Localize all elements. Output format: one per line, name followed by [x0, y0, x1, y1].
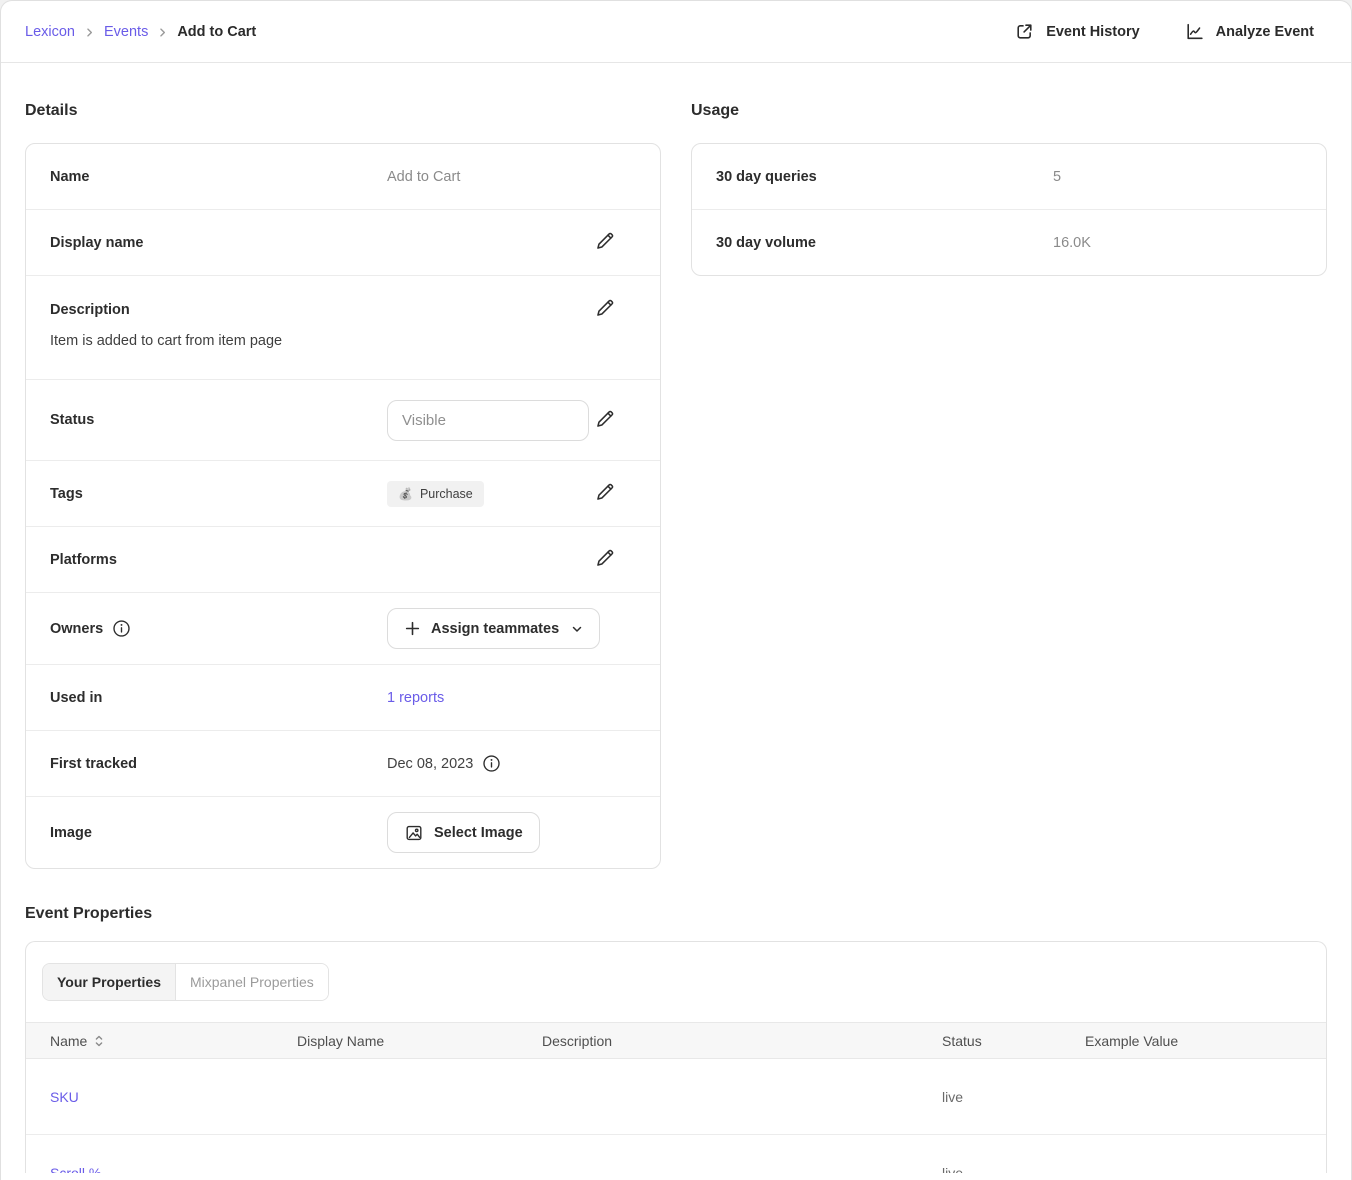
tab-your-properties[interactable]: Your Properties	[43, 964, 176, 1000]
topbar-actions: Event History Analyze Event	[1014, 21, 1314, 42]
description-value: Item is added to cart from item page	[50, 331, 636, 351]
event-history-button[interactable]: Event History	[1014, 21, 1139, 42]
status-input[interactable]: Visible	[387, 400, 589, 441]
breadcrumb-events[interactable]: Events	[104, 24, 148, 40]
breadcrumb-lexicon[interactable]: Lexicon	[25, 24, 75, 40]
analyze-event-button[interactable]: Analyze Event	[1184, 21, 1314, 42]
pencil-icon	[594, 408, 616, 433]
property-row-scroll: Scroll % live	[26, 1135, 1326, 1173]
breadcrumb: Lexicon Events Add to Cart	[25, 24, 256, 40]
edit-tags-button[interactable]	[594, 481, 616, 506]
property-link-scroll[interactable]: Scroll %	[50, 1165, 101, 1174]
pencil-icon	[594, 547, 616, 572]
detail-row-used-in: Used in 1 reports	[26, 664, 660, 730]
chevron-down-icon	[571, 623, 583, 635]
display-name-label: Display name	[50, 235, 387, 251]
select-image-button[interactable]: Select Image	[387, 812, 540, 853]
detail-row-display-name: Display name	[26, 209, 660, 275]
detail-row-description: Description Item is added to cart from i…	[26, 275, 660, 379]
analyze-event-label: Analyze Event	[1216, 24, 1314, 40]
topbar: Lexicon Events Add to Cart Event History	[1, 1, 1351, 63]
used-in-label: Used in	[50, 690, 387, 706]
queries-value: 5	[1053, 169, 1302, 185]
info-icon[interactable]	[482, 754, 501, 773]
chevron-right-icon	[84, 27, 95, 38]
select-image-label: Select Image	[434, 825, 523, 841]
volume-value: 16.0K	[1053, 235, 1302, 251]
breadcrumb-current: Add to Cart	[177, 24, 256, 40]
event-properties-title: Event Properties	[25, 905, 1327, 923]
usage-title: Usage	[691, 102, 1327, 120]
usage-row-queries: 30 day queries 5	[692, 144, 1326, 209]
detail-row-status: Status Visible	[26, 379, 660, 460]
assign-teammates-button[interactable]: Assign teammates	[387, 608, 600, 649]
volume-label: 30 day volume	[716, 235, 1053, 251]
detail-row-platforms: Platforms	[26, 526, 660, 592]
plus-icon	[404, 620, 421, 637]
queries-label: 30 day queries	[716, 169, 1053, 185]
info-icon[interactable]	[112, 619, 131, 638]
chevron-right-icon	[157, 27, 168, 38]
tag-label: Purchase	[420, 487, 473, 501]
details-card: Name Add to Cart Display name	[25, 143, 661, 869]
detail-row-first-tracked: First tracked Dec 08, 2023	[26, 730, 660, 796]
first-tracked-value: Dec 08, 2023	[387, 756, 473, 772]
detail-row-tags: Tags 💰 Purchase	[26, 460, 660, 526]
property-status: live	[942, 1089, 1085, 1105]
money-bag-icon: 💰	[398, 488, 413, 500]
column-header-description: Description	[542, 1033, 942, 1049]
detail-row-image: Image Select Image	[26, 796, 660, 868]
image-icon	[404, 823, 424, 843]
detail-row-owners: Owners Assign teammates	[26, 592, 660, 664]
property-link-sku[interactable]: SKU	[50, 1089, 79, 1105]
owners-label: Owners	[50, 621, 103, 637]
details-title: Details	[25, 102, 661, 120]
edit-description-button[interactable]	[594, 297, 616, 322]
line-chart-icon	[1184, 21, 1205, 42]
property-row-sku: SKU live	[26, 1059, 1326, 1135]
edit-status-button[interactable]	[594, 408, 616, 433]
tags-label: Tags	[50, 486, 387, 502]
used-in-reports-link[interactable]: 1 reports	[387, 690, 444, 706]
pencil-icon	[594, 481, 616, 506]
detail-row-name: Name Add to Cart	[26, 144, 660, 209]
usage-card: 30 day queries 5 30 day volume 16.0K	[691, 143, 1327, 276]
status-label: Status	[50, 412, 387, 428]
tab-mixpanel-properties[interactable]: Mixpanel Properties	[176, 964, 328, 1000]
pencil-icon	[594, 297, 616, 322]
pencil-icon	[594, 230, 616, 255]
event-history-label: Event History	[1046, 24, 1139, 40]
tag-purchase[interactable]: 💰 Purchase	[387, 481, 484, 507]
usage-row-volume: 30 day volume 16.0K	[692, 209, 1326, 275]
assign-teammates-label: Assign teammates	[431, 621, 559, 637]
external-link-icon	[1014, 21, 1035, 42]
edit-platforms-button[interactable]	[594, 547, 616, 572]
first-tracked-label: First tracked	[50, 756, 387, 772]
platforms-label: Platforms	[50, 552, 387, 568]
column-header-name[interactable]: Name	[50, 1033, 297, 1049]
event-properties-card: Your Properties Mixpanel Properties Name…	[25, 941, 1327, 1173]
lexicon-event-detail-page: Lexicon Events Add to Cart Event History	[0, 0, 1352, 1180]
name-label: Name	[50, 169, 387, 185]
name-column-label: Name	[50, 1033, 87, 1049]
name-value: Add to Cart	[387, 169, 636, 185]
properties-table-header: Name Display Name Description Status Exa…	[26, 1022, 1326, 1059]
image-label: Image	[50, 825, 387, 841]
column-header-status: Status	[942, 1033, 1085, 1049]
property-status: live	[942, 1165, 1085, 1174]
column-header-display-name: Display Name	[297, 1033, 542, 1049]
sort-icon	[94, 1035, 104, 1047]
description-label: Description	[50, 302, 387, 318]
edit-display-name-button[interactable]	[594, 230, 616, 255]
properties-tab-group: Your Properties Mixpanel Properties	[42, 963, 329, 1001]
column-header-example-value: Example Value	[1085, 1033, 1326, 1049]
